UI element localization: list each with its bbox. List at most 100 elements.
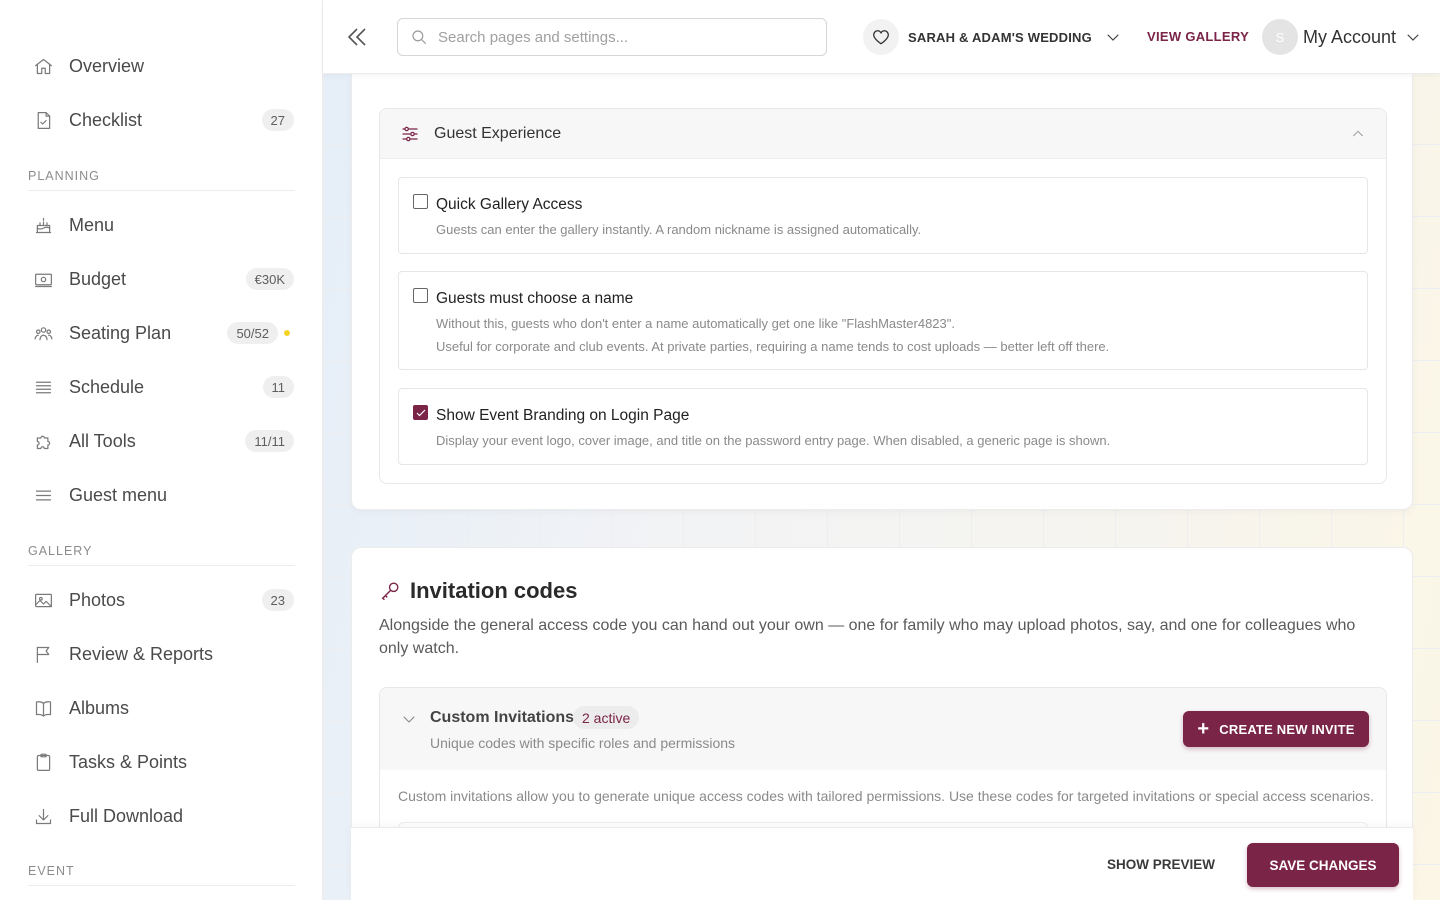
account-menu[interactable]: S My Account [1262, 19, 1422, 55]
action-bar: SHOW PREVIEW SAVE CHANGES [351, 827, 1413, 900]
count-badge: 27 [261, 109, 294, 131]
search-icon [412, 30, 427, 45]
sidebar-item-label: Photos [69, 589, 126, 610]
sidebar-item-all-tools[interactable]: All Tools 11/11 [28, 421, 294, 461]
sidebar-item-label: Albums [69, 697, 130, 718]
section-label-planning: PLANNING [28, 169, 295, 191]
section-label-event: EVENT [28, 864, 295, 886]
sidebar-item-photos[interactable]: Photos 23 [28, 580, 294, 620]
double-chevron-left-icon [347, 28, 366, 46]
create-new-invite-button[interactable]: + CREATE NEW INVITE [1183, 711, 1369, 747]
event-name: SARAH & ADAM'S WEDDING [908, 29, 1092, 45]
sidebar-item-full-download[interactable]: Full Download [28, 796, 294, 836]
option-quick-gallery-access: Quick Gallery Access Guests can enter th… [398, 177, 1368, 254]
count-badge: 11/11 [245, 430, 294, 452]
chevron-down-icon [1404, 28, 1422, 46]
custom-invitations-info: Custom invitations allow you to generate… [398, 788, 1374, 804]
sidebar-item-overview[interactable]: Overview [28, 46, 294, 86]
panel-title: Guest Experience [434, 124, 562, 142]
home-icon [32, 55, 54, 77]
puzzle-icon [32, 430, 54, 452]
show-event-branding-checkbox[interactable] [413, 405, 428, 420]
sidebar-item-label: Guest menu [69, 484, 168, 505]
count-badge: 23 [261, 589, 294, 611]
sidebar-item-tasks-points[interactable]: Tasks & Points [28, 742, 294, 782]
sidebar-item-label: Menu [69, 214, 115, 235]
chevron-up-icon[interactable] [1350, 126, 1366, 142]
sidebar-item-checklist[interactable]: Checklist 27 [28, 100, 294, 140]
option-title: Guests must choose a name [436, 290, 634, 307]
sidebar: Overview Checklist 27 PLANNING Menu Budg… [0, 0, 323, 900]
people-icon [32, 322, 54, 344]
chevron-down-icon [1104, 28, 1122, 46]
guest-experience-panel: Guest Experience Quick Gallery Access Gu… [379, 108, 1387, 484]
sidebar-item-review-reports[interactable]: Review & Reports [28, 634, 294, 674]
sidebar-item-label: All Tools [69, 430, 136, 451]
sidebar-item-label: Schedule [69, 376, 145, 397]
quick-gallery-access-checkbox[interactable] [413, 194, 428, 209]
book-icon [32, 697, 54, 719]
count-badge: 50/52 [227, 322, 278, 344]
sidebar-item-label: Seating Plan [69, 322, 172, 343]
account-label: My Account [1303, 26, 1397, 47]
sidebar-item-budget[interactable]: Budget €30K [28, 259, 294, 299]
clipboard-icon [32, 751, 54, 773]
status-dot [284, 330, 290, 336]
section-label-gallery: GALLERY [28, 544, 295, 566]
search-input[interactable] [438, 28, 798, 46]
option-guests-choose-name: Guests must choose a name Without this, … [398, 271, 1368, 370]
custom-invitations-subtitle: Unique codes with specific roles and per… [430, 735, 736, 751]
section-title: Invitation codes [410, 578, 578, 603]
option-description: Useful for corporate and club events. At… [436, 339, 1110, 354]
sidebar-item-label: Tasks & Points [69, 751, 188, 772]
menu-icon [32, 484, 54, 506]
sidebar-item-label: Overview [69, 55, 145, 76]
sidebar-item-label: Full Download [69, 805, 184, 826]
download-icon [32, 805, 54, 827]
plus-icon: + [1197, 718, 1210, 740]
guests-choose-name-checkbox[interactable] [413, 288, 428, 303]
sidebar-item-menu[interactable]: Menu [28, 205, 294, 245]
money-icon [32, 268, 54, 290]
sidebar-item-seating-plan[interactable]: Seating Plan 50/52 [28, 313, 294, 353]
sidebar-item-schedule[interactable]: Schedule 11 [28, 367, 294, 407]
option-title: Show Event Branding on Login Page [436, 407, 690, 424]
custom-invitations-title: Custom Invitations [430, 709, 575, 726]
option-title: Quick Gallery Access [436, 196, 583, 213]
sidebar-item-guest-menu[interactable]: Guest menu [28, 475, 294, 515]
create-button-label: CREATE NEW INVITE [1219, 721, 1355, 737]
image-icon [32, 589, 54, 611]
search-box[interactable] [397, 18, 827, 56]
option-description: Guests can enter the gallery instantly. … [436, 222, 922, 237]
checkmark-icon [416, 409, 425, 416]
event-selector[interactable]: SARAH & ADAM'S WEDDING [863, 19, 1122, 55]
schedule-icon [32, 376, 54, 398]
sidebar-item-label: Budget [69, 268, 127, 289]
heart-icon [863, 19, 899, 55]
count-badge: €30K [245, 268, 294, 290]
sidebar-item-albums[interactable]: Albums [28, 688, 294, 728]
option-description: Without this, guests who don't enter a n… [436, 316, 955, 331]
section-description: Alongside the general access code you ca… [379, 617, 1356, 657]
custom-invitations-header: Custom Invitations 2 active Unique codes… [380, 688, 1386, 770]
option-description: Display your event logo, cover image, an… [436, 433, 1111, 448]
guest-experience-header[interactable]: Guest Experience [380, 109, 1386, 159]
sliders-icon [402, 126, 418, 141]
option-show-event-branding: Show Event Branding on Login Page Displa… [398, 388, 1368, 465]
active-count-badge: 2 active [573, 706, 640, 729]
chevron-down-icon[interactable] [400, 710, 418, 728]
sidebar-item-label: Review & Reports [69, 643, 214, 664]
view-gallery-link[interactable]: VIEW GALLERY [1147, 29, 1249, 44]
count-badge: 11 [262, 376, 294, 398]
show-preview-button[interactable]: SHOW PREVIEW [1107, 857, 1215, 872]
key-icon [379, 580, 401, 602]
top-bar: SARAH & ADAM'S WEDDING VIEW GALLERY S My… [323, 0, 1440, 74]
checklist-icon [32, 109, 54, 131]
collapse-sidebar-button[interactable] [345, 24, 369, 50]
settings-card: Guest Experience Quick Gallery Access Gu… [351, 74, 1413, 510]
avatar: S [1262, 19, 1298, 55]
save-changes-button[interactable]: SAVE CHANGES [1247, 843, 1399, 887]
sidebar-item-label: Checklist [69, 109, 143, 130]
flag-icon [32, 643, 54, 665]
cake-icon [32, 214, 54, 236]
